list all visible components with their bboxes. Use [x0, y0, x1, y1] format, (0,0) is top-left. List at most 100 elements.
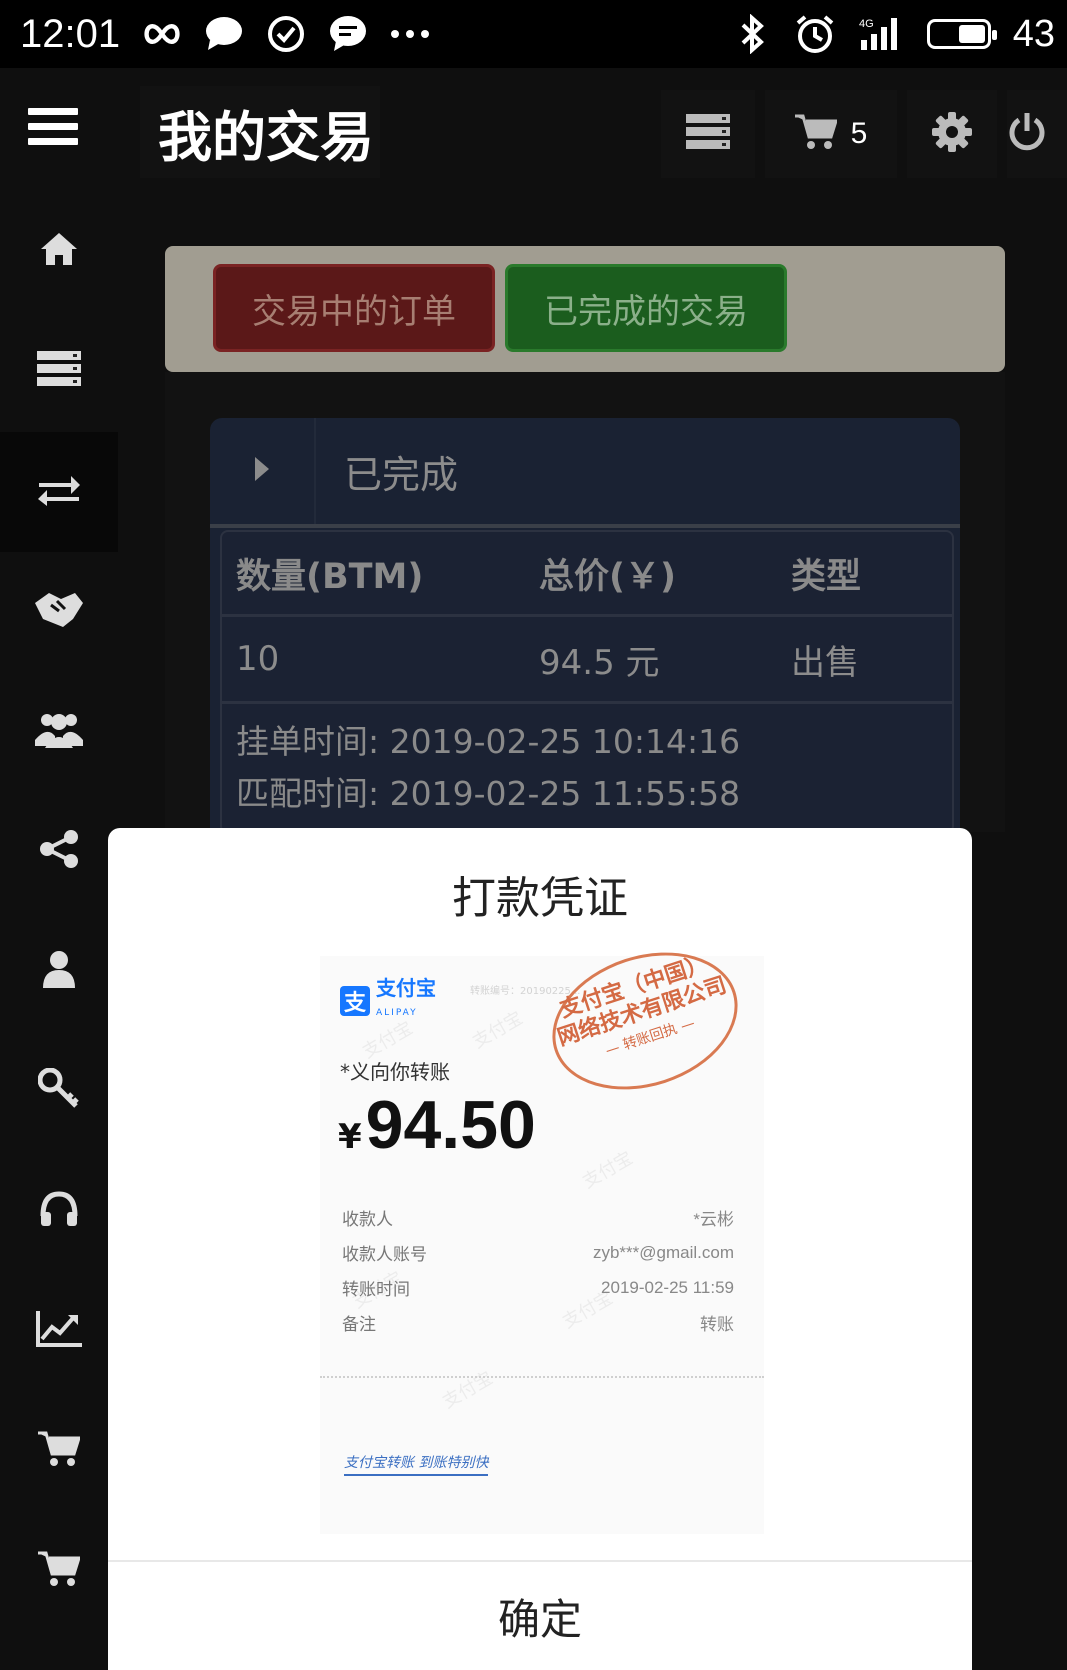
list-button[interactable] [661, 90, 755, 178]
receipt-image: 支付宝 支付宝 支付宝 支付宝 支付宝 支付宝 支 支付宝 ALIPAY 转账编号… [320, 929, 764, 1534]
panel-title: 已完成 [344, 452, 459, 497]
bluetooth-icon [733, 14, 773, 54]
order-panel: 已完成 数量(BTM) 总价(￥) 类型 10 94.5 元 出售 挂单时间: … [210, 418, 960, 832]
expand-toggle[interactable] [210, 418, 316, 524]
list-icon [37, 351, 81, 391]
cell-quantity: 10 [236, 639, 280, 679]
dotted-divider [320, 1376, 764, 1378]
table-header: 数量(BTM) 总价(￥) 类型 [222, 532, 952, 617]
sidebar-item-deals[interactable] [0, 556, 118, 666]
trade-tabs: 交易中的订单 已完成的交易 [165, 246, 1005, 372]
alipay-brand: 支付宝 [376, 976, 436, 1000]
sidebar-item-password[interactable] [0, 1036, 118, 1146]
chart-icon [36, 1311, 82, 1351]
sidebar-item-cart-2[interactable] [0, 1516, 118, 1626]
cart-icon [38, 1550, 82, 1592]
detail-label: 收款人账号 [342, 1245, 427, 1265]
sidebar-item-home[interactable] [0, 196, 118, 306]
power-icon [1007, 112, 1047, 156]
share-icon [39, 829, 79, 873]
col-total: 总价(￥) [539, 556, 676, 597]
status-bar: 12:01 4G 43 [0, 0, 1067, 68]
more-dots-icon [390, 17, 430, 51]
amount-value: 94.50 [365, 1087, 536, 1163]
cell-total: 94.5 元 [539, 642, 660, 683]
user-icon [42, 950, 76, 992]
matched-time: 匹配时间: 2019-02-25 11:55:58 [236, 774, 741, 813]
confirm-button[interactable]: 确定 [108, 1562, 972, 1670]
sidebar-item-market[interactable] [0, 1276, 118, 1386]
sidebar-item-profile[interactable] [0, 916, 118, 1026]
currency-symbol: ¥ [338, 1117, 362, 1157]
cart-button[interactable]: 5 [765, 90, 897, 178]
alipay-brand-sub: ALIPAY [376, 1008, 418, 1018]
sidebar-item-trades[interactable] [0, 432, 118, 552]
table-row: 10 94.5 元 出售 [222, 617, 952, 704]
receipt-details: 收款人 *云彬 收款人账号 zyb***@gmail.com 转账时间 2019-02… [342, 1200, 734, 1340]
sidebar-item-cart[interactable] [0, 1396, 118, 1506]
check-circle-icon [266, 16, 306, 52]
battery-icon [926, 19, 997, 49]
detail-value: zyb***@gmail.com [592, 1242, 734, 1262]
tab-pending-orders[interactable]: 交易中的订单 [213, 264, 495, 352]
payment-proof-dialog: 打款凭证 支付宝 支付宝 支付宝 支付宝 支付宝 支付宝 支 支付宝 ALIPAY… [108, 828, 972, 1670]
battery-percent: 43 [1012, 12, 1055, 55]
cart-icon [38, 1430, 82, 1472]
signal-icon: 4G [857, 17, 905, 51]
sidebar-item-list[interactable] [0, 316, 118, 426]
headphones-icon [39, 1190, 79, 1232]
caret-right-icon [254, 456, 270, 486]
users-icon [35, 710, 83, 752]
tab-completed-trades[interactable]: 已完成的交易 [505, 264, 787, 352]
svg-text:4G: 4G [859, 18, 874, 30]
sidebar-item-team[interactable] [0, 676, 118, 786]
home-icon [39, 231, 79, 271]
exchange-icon [37, 473, 81, 511]
settings-button[interactable] [907, 90, 997, 178]
alarm-icon [795, 15, 835, 53]
detail-label: 收款人 [342, 1210, 393, 1230]
sidebar [0, 196, 118, 1670]
watermark: 支付宝 [469, 1007, 527, 1053]
sidebar-item-support[interactable] [0, 1156, 118, 1266]
app-header: 我的交易 5 [0, 68, 1067, 196]
company-stamp: 支付宝（中国） 网络技术有限公司 — 转账回执 — [534, 929, 756, 1113]
status-time: 12:01 [20, 11, 121, 56]
infinity-icon [142, 17, 182, 51]
watermark: 支付宝 [579, 1147, 637, 1193]
list-item: 收款人 *云彬 [342, 1200, 734, 1235]
dialog-title: 打款凭证 [452, 873, 628, 924]
alipay-logo: 支 支付宝 ALIPAY [340, 978, 436, 1023]
list-item: 转账时间 2019-02-25 11:59 [342, 1270, 734, 1305]
logout-button[interactable] [1007, 90, 1067, 178]
list-item: 备注 转账 [342, 1305, 734, 1340]
detail-value: 2019-02-25 11:59 [601, 1277, 734, 1297]
order-times: 挂单时间: 2019-02-25 10:14:16 匹配时间: 2019-02-… [222, 704, 952, 832]
detail-value: 转账 [700, 1315, 734, 1334]
message-icon [328, 16, 368, 51]
col-type: 类型 [791, 556, 862, 597]
detail-label: 转账时间 [342, 1280, 410, 1300]
transfer-amount: ¥ 94.50 [338, 1086, 536, 1164]
order-table: 数量(BTM) 总价(￥) 类型 10 94.5 元 出售 挂单时间: 2019… [220, 530, 954, 832]
transfer-from: *义向你转账 [340, 1060, 450, 1084]
sidebar-item-share[interactable] [0, 796, 118, 906]
gear-icon [932, 112, 972, 156]
alipay-icon: 支 [340, 985, 370, 1016]
cell-type: 出售 [791, 642, 859, 683]
list-item: 收款人账号 zyb***@gmail.com [342, 1235, 734, 1270]
page-title: 我的交易 [140, 86, 380, 178]
key-icon [37, 1067, 80, 1114]
listed-time: 挂单时间: 2019-02-25 10:14:16 [236, 722, 741, 761]
chat-bubble-icon [204, 17, 244, 51]
watermark: 支付宝 [439, 1367, 497, 1413]
col-quantity: 数量(BTM) [236, 556, 424, 597]
list-icon [686, 114, 730, 154]
detail-label: 备注 [342, 1315, 376, 1335]
menu-icon[interactable] [28, 108, 78, 150]
handshake-icon [33, 589, 85, 633]
cart-icon [794, 113, 838, 155]
detail-value: *云彬 [693, 1210, 734, 1229]
alipay-slogan: 支付宝转账 到账特别快 [344, 1452, 489, 1476]
cart-count: 5 [850, 117, 868, 150]
